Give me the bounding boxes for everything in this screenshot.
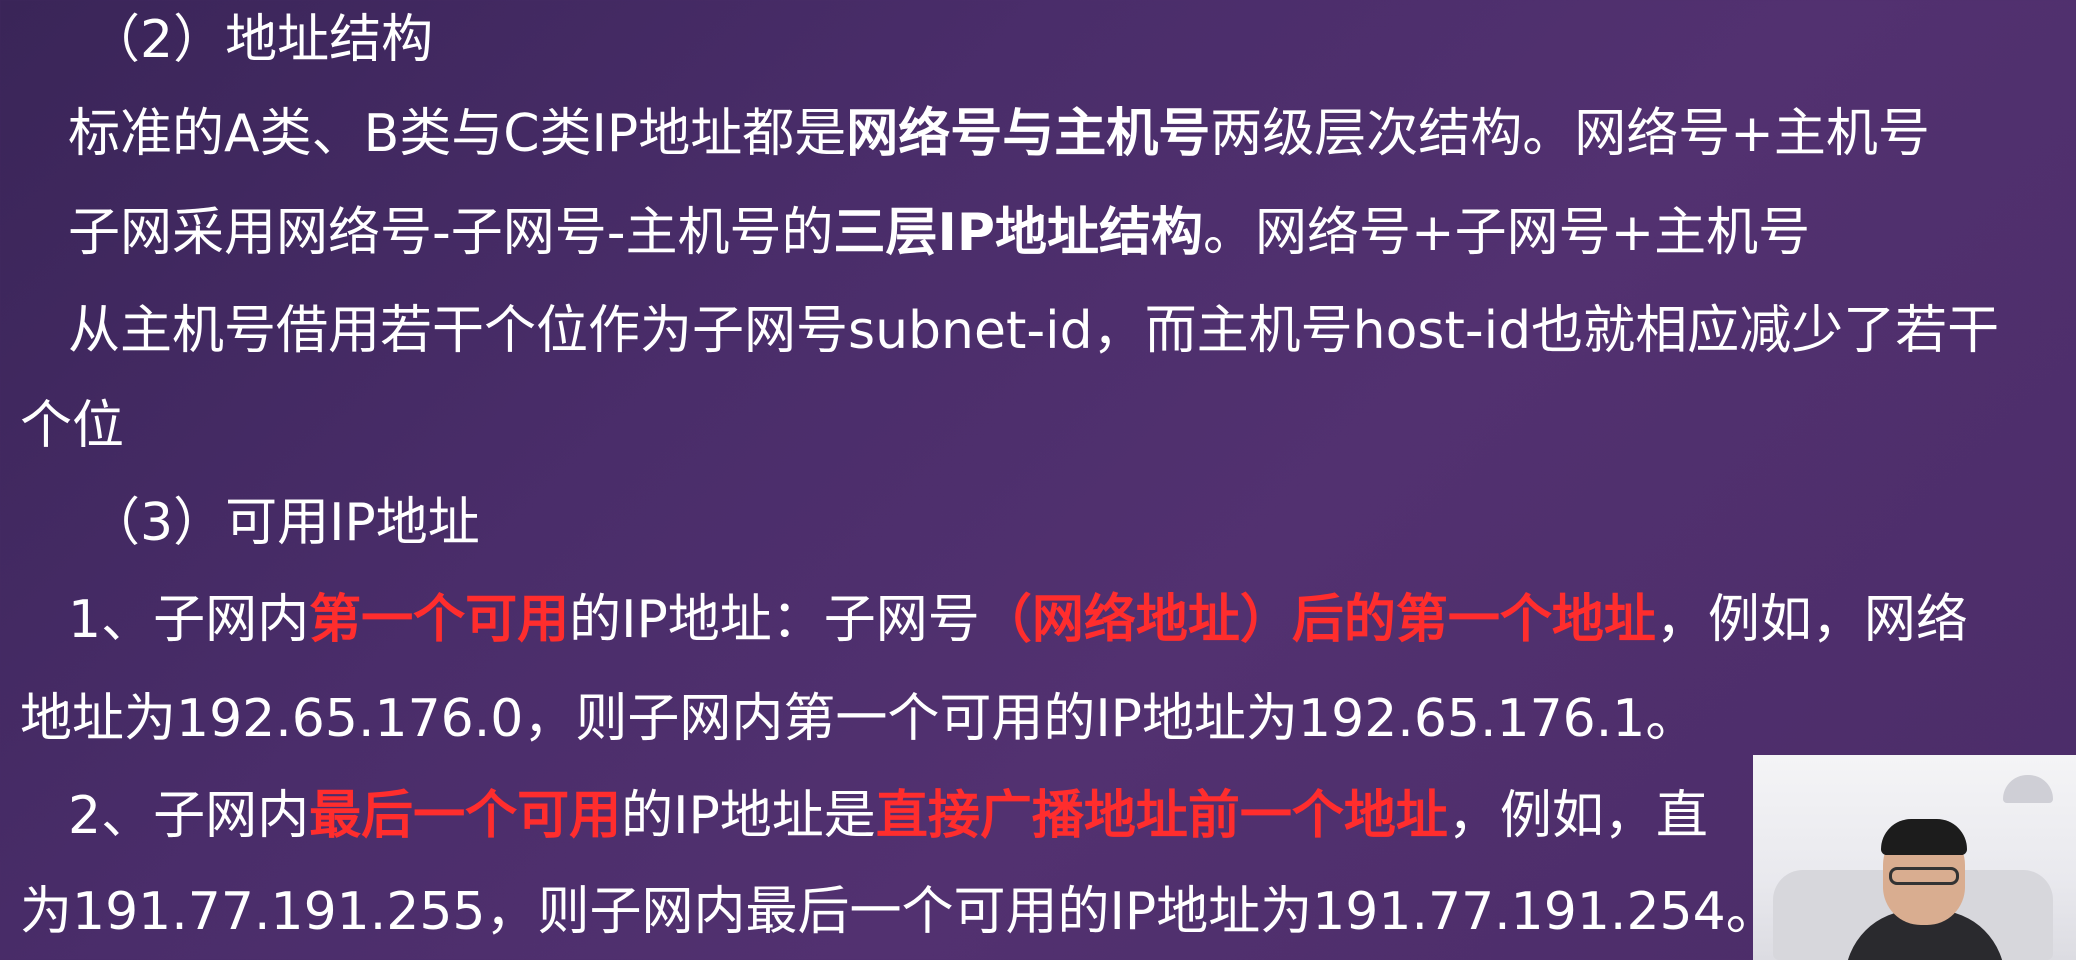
section-heading-usable-ip: （3）可用IP地址: [88, 493, 480, 553]
paragraph-borrow-bits: 从主机号借用若干个位作为子网号subnet-id，而主机号host-id也就相应…: [68, 301, 2000, 361]
section-heading-address-structure: （2）地址结构: [88, 10, 434, 70]
presenter-video-overlay: [1753, 755, 2076, 960]
item1-red-1: 第一个可用: [309, 590, 570, 650]
p1-bold: 网络号与主机号: [846, 104, 1211, 164]
p2-text: 子网采用网络号-子网号-主机号的: [68, 203, 834, 263]
item2-text-2: 的IP地址是: [621, 786, 876, 846]
item1-text-2: 的IP地址：子网号: [569, 590, 980, 650]
paragraph-borrow-bits-cont: 个位: [20, 396, 125, 456]
item-first-usable: 1、子网内第一个可用的IP地址：子网号（网络地址）后的第一个地址，例如，网络: [0, 588, 2076, 652]
presenter-hair: [1881, 819, 1967, 855]
paragraph-three-level: 子网采用网络号-子网号-主机号的三层IP地址结构。网络号+子网号+主机号: [0, 201, 2076, 265]
paragraph-two-level: 标准的A类、B类与C类IP地址都是网络号与主机号两级层次结构。网络号+主机号: [0, 102, 2076, 166]
item2-red-2: 直接广播地址前一个地址: [875, 786, 1448, 846]
glasses-icon: [1889, 867, 1959, 885]
item1-text: 1、子网内: [68, 590, 310, 650]
p1-text-end: 两级层次结构。网络号+主机号: [1210, 104, 1930, 164]
p1-text: 标准的A类、B类与C类IP地址都是: [68, 104, 847, 164]
item2-text-3: ，例如，直: [1447, 786, 1708, 846]
item2-red-1: 最后一个可用: [309, 786, 622, 846]
p2-bold: 三层IP地址结构: [833, 203, 1203, 263]
item1-text-3: ，例如，网络: [1655, 590, 1968, 650]
lamp-shape: [2003, 775, 2053, 803]
item2-text: 2、子网内: [68, 786, 310, 846]
p2-text-end: 。网络号+子网号+主机号: [1203, 203, 1811, 263]
item-first-usable-cont: 地址为192.65.176.0，则子网内第一个可用的IP地址为192.65.17…: [20, 689, 1698, 749]
item1-red-2: （网络地址）后的第一个地址: [979, 590, 1656, 650]
